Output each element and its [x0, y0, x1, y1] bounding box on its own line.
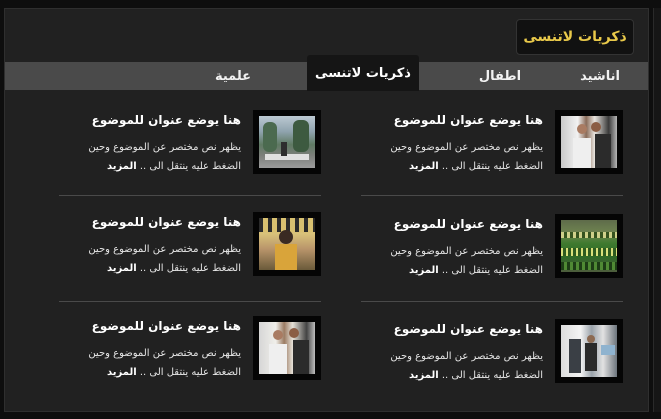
- item-title-link[interactable]: هنا يوضع عنوان للموضوع: [92, 113, 241, 127]
- tab-scientific[interactable]: علمية: [185, 62, 281, 90]
- item-title-link[interactable]: هنا يوضع عنوان للموضوع: [394, 322, 543, 336]
- people-photo-icon: [561, 116, 617, 168]
- item-title-link[interactable]: هنا يوضع عنوان للموضوع: [394, 113, 543, 127]
- read-more-link[interactable]: المزيد: [107, 161, 137, 172]
- item-description: يظهر نص مختصر عن الموضوع وحين الضغط عليه…: [363, 347, 543, 385]
- item-thumbnail[interactable]: [555, 110, 623, 174]
- content-panel: ذكريات لاتنسى اناشيد اطفال ذكريات لاتنسى…: [4, 8, 649, 412]
- item-title-link[interactable]: هنا يوضع عنوان للموضوع: [92, 319, 241, 333]
- stadium-photo-icon: [561, 220, 617, 272]
- item-description: يظهر نص مختصر عن الموضوع وحين الضغط عليه…: [61, 344, 241, 382]
- item-description: يظهر نص مختصر عن الموضوع وحين الضغط عليه…: [363, 138, 543, 176]
- crowd-photo-icon: [259, 218, 315, 270]
- item-divider: [361, 195, 623, 196]
- tab-children[interactable]: اطفال: [450, 62, 550, 90]
- item-thumbnail[interactable]: [253, 212, 321, 276]
- item-description: يظهر نص مختصر عن الموضوع وحين الضغط عليه…: [363, 242, 543, 280]
- read-more-link[interactable]: المزيد: [107, 263, 137, 274]
- section-title: ذكريات لاتنسى: [516, 19, 634, 55]
- read-more-link[interactable]: المزيد: [409, 265, 439, 276]
- list-item: هنا يوضع عنوان للموضوع يظهر نص مختصر عن …: [361, 110, 623, 182]
- item-title-link[interactable]: هنا يوضع عنوان للموضوع: [92, 215, 241, 229]
- street-photo-icon: [259, 116, 315, 168]
- tab-bar: اناشيد اطفال ذكريات لاتنسى علمية: [5, 55, 650, 91]
- item-title-link[interactable]: هنا يوضع عنوان للموضوع: [394, 217, 543, 231]
- read-more-link[interactable]: المزيد: [409, 161, 439, 172]
- item-thumbnail[interactable]: [253, 110, 321, 174]
- item-thumbnail[interactable]: [555, 214, 623, 278]
- list-item: هنا يوضع عنوان للموضوع يظهر نص مختصر عن …: [361, 319, 623, 391]
- item-divider: [59, 301, 321, 302]
- item-divider: [361, 301, 623, 302]
- item-description: يظهر نص مختصر عن الموضوع وحين الضغط عليه…: [61, 138, 241, 176]
- list-item: هنا يوضع عنوان للموضوع يظهر نص مختصر عن …: [59, 316, 321, 388]
- item-divider: [59, 195, 321, 196]
- list-item: هنا يوضع عنوان للموضوع يظهر نص مختصر عن …: [59, 212, 321, 284]
- list-item: هنا يوضع عنوان للموضوع يظهر نص مختصر عن …: [361, 214, 623, 286]
- item-description: يظهر نص مختصر عن الموضوع وحين الضغط عليه…: [61, 240, 241, 278]
- tab-anasheed[interactable]: اناشيد: [550, 62, 650, 90]
- page-scrollbar[interactable]: [653, 8, 661, 412]
- people-photo-icon: [259, 322, 315, 374]
- item-thumbnail[interactable]: [253, 316, 321, 380]
- read-more-link[interactable]: المزيد: [409, 370, 439, 381]
- item-thumbnail[interactable]: [555, 319, 623, 383]
- tab-memories[interactable]: ذكريات لاتنسى: [307, 55, 419, 91]
- list-item: هنا يوضع عنوان للموضوع يظهر نص مختصر عن …: [59, 110, 321, 182]
- read-more-link[interactable]: المزيد: [107, 367, 137, 378]
- hall-photo-icon: [561, 325, 617, 377]
